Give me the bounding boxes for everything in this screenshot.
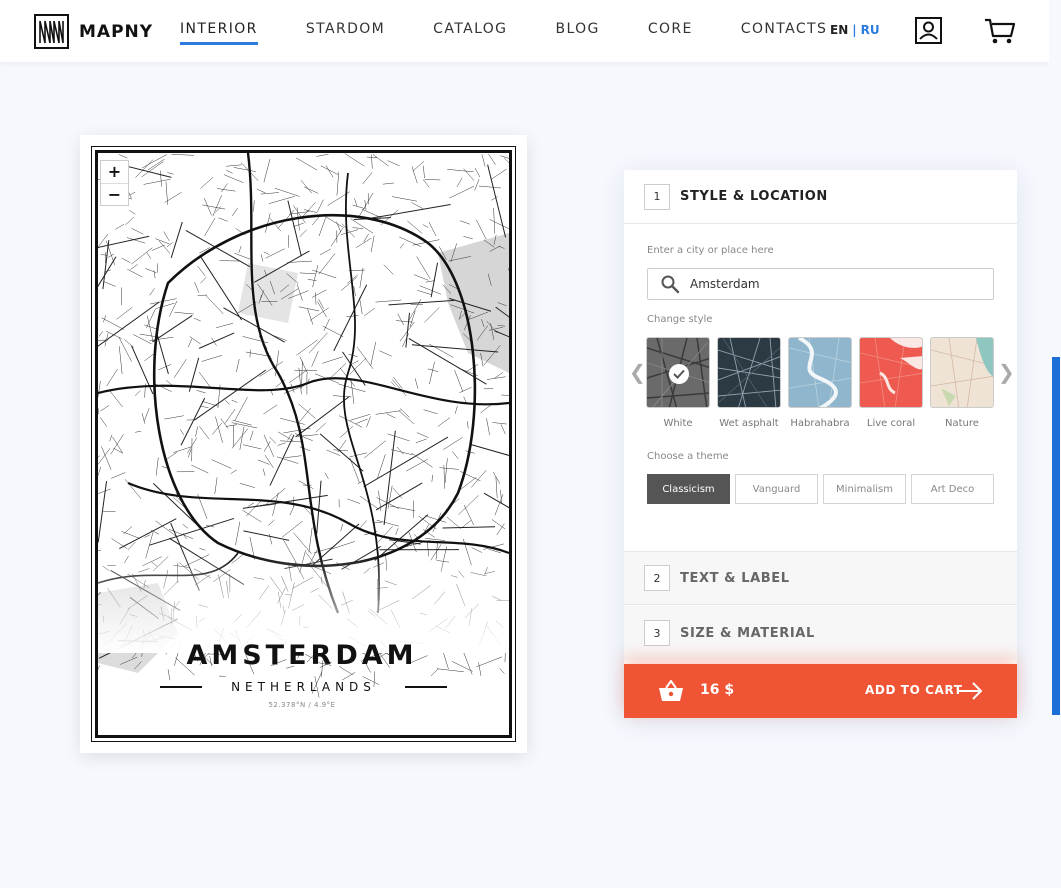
- style-thumb-wet-asphalt: [717, 337, 781, 408]
- nav-stardom[interactable]: STARDOM: [306, 21, 385, 37]
- theme-minimalism-button[interactable]: Minimalism: [823, 474, 906, 504]
- style-label-white: White: [663, 418, 693, 429]
- location-label: Enter a city or place here: [647, 245, 774, 256]
- location-input[interactable]: [690, 277, 970, 291]
- poster-country-row: NETHERLANDS: [160, 680, 447, 694]
- cart-icon[interactable]: [984, 16, 1016, 46]
- step-title: SIZE & MATERIAL: [680, 625, 815, 641]
- theme-label: Choose a theme: [647, 451, 729, 462]
- main-nav: INTERIOR STARDOM CATALOG BLOG CORE CONTA…: [180, 21, 875, 45]
- style-wet-asphalt[interactable]: Wet asphalt: [717, 337, 781, 429]
- scrollbar-track[interactable]: [1049, 0, 1061, 888]
- poster-country: NETHERLANDS: [231, 680, 376, 694]
- nav-contacts[interactable]: CONTACTS: [741, 21, 827, 37]
- site-header: MAPNY INTERIOR STARDOM CATALOG BLOG CORE…: [0, 0, 1049, 62]
- step-title: TEXT & LABEL: [680, 570, 790, 586]
- step-title: STYLE & LOCATION: [680, 189, 828, 204]
- nav-interior[interactable]: INTERIOR: [180, 21, 258, 45]
- step-number: 1: [644, 183, 670, 210]
- brand-name: MAPNY: [79, 21, 154, 42]
- style-live-coral[interactable]: Live coral: [859, 337, 923, 429]
- zoom-controls: + −: [100, 160, 129, 206]
- step-style-location[interactable]: 1 STYLE & LOCATION: [624, 170, 1017, 224]
- account-icon[interactable]: [915, 17, 942, 44]
- lang-en[interactable]: EN: [830, 23, 848, 37]
- style-habrahabra[interactable]: Habrahabra: [788, 337, 852, 429]
- style-white[interactable]: White: [646, 337, 710, 429]
- nav-catalog[interactable]: CATALOG: [433, 21, 507, 37]
- arrow-right-icon: [959, 682, 983, 700]
- checkmark-icon: [669, 364, 689, 384]
- style-label-habrahabra: Habrahabra: [790, 418, 850, 429]
- style-thumb-white: [646, 337, 710, 408]
- add-to-cart-button[interactable]: 16 $ ADD TO CART: [624, 664, 1017, 718]
- style-label: Change style: [647, 314, 713, 325]
- step-size-material[interactable]: 3 SIZE & MATERIAL: [624, 606, 1017, 660]
- step-number: 2: [644, 565, 670, 591]
- style-carousel: White Wet asphalt Habrahabra Live coral …: [646, 337, 1001, 429]
- language-switcher: EN | RU: [830, 23, 880, 37]
- theme-selector: Classicism Vanguard Minimalism Art Deco: [647, 474, 999, 504]
- style-label-nature: Nature: [945, 418, 979, 429]
- step-text-label[interactable]: 2 TEXT & LABEL: [624, 551, 1017, 605]
- lang-ru[interactable]: RU: [861, 23, 880, 37]
- style-thumb-nature: [930, 337, 994, 408]
- poster-city-title: AMSTERDAM: [186, 640, 418, 671]
- search-icon: [661, 275, 680, 294]
- style-label-wet-asphalt: Wet asphalt: [719, 418, 779, 429]
- price: 16 $: [700, 682, 735, 698]
- zoom-out-button[interactable]: −: [101, 183, 128, 205]
- zoom-in-button[interactable]: +: [101, 161, 128, 183]
- logo[interactable]: MAPNY: [34, 14, 153, 49]
- style-thumb-habrahabra: [788, 337, 852, 408]
- scrollbar-thumb[interactable]: [1052, 357, 1060, 715]
- basket-icon: [659, 680, 683, 701]
- style-nature[interactable]: Nature: [930, 337, 994, 429]
- add-to-cart-label: ADD TO CART: [865, 683, 963, 697]
- logo-icon: [34, 14, 69, 49]
- divider-right: [405, 686, 447, 688]
- map-fade: [98, 553, 509, 653]
- divider-left: [160, 686, 202, 688]
- theme-art-deco-button[interactable]: Art Deco: [911, 474, 994, 504]
- style-label-live-coral: Live coral: [866, 418, 916, 429]
- nav-core[interactable]: CORE: [648, 21, 693, 37]
- step-number: 3: [644, 620, 670, 646]
- style-thumb-live-coral: [859, 337, 923, 408]
- chevron-left-icon[interactable]: ❮: [629, 360, 646, 384]
- theme-classicism-button[interactable]: Classicism: [647, 474, 730, 504]
- nav-blog[interactable]: BLOG: [555, 21, 599, 37]
- configurator-panel: 1 STYLE & LOCATION Enter a city or place…: [624, 170, 1017, 718]
- location-search[interactable]: [647, 268, 994, 300]
- poster-coordinates: 52.378°N / 4.9°E: [268, 701, 336, 709]
- lang-separator: |: [852, 23, 857, 37]
- theme-vanguard-button[interactable]: Vanguard: [735, 474, 818, 504]
